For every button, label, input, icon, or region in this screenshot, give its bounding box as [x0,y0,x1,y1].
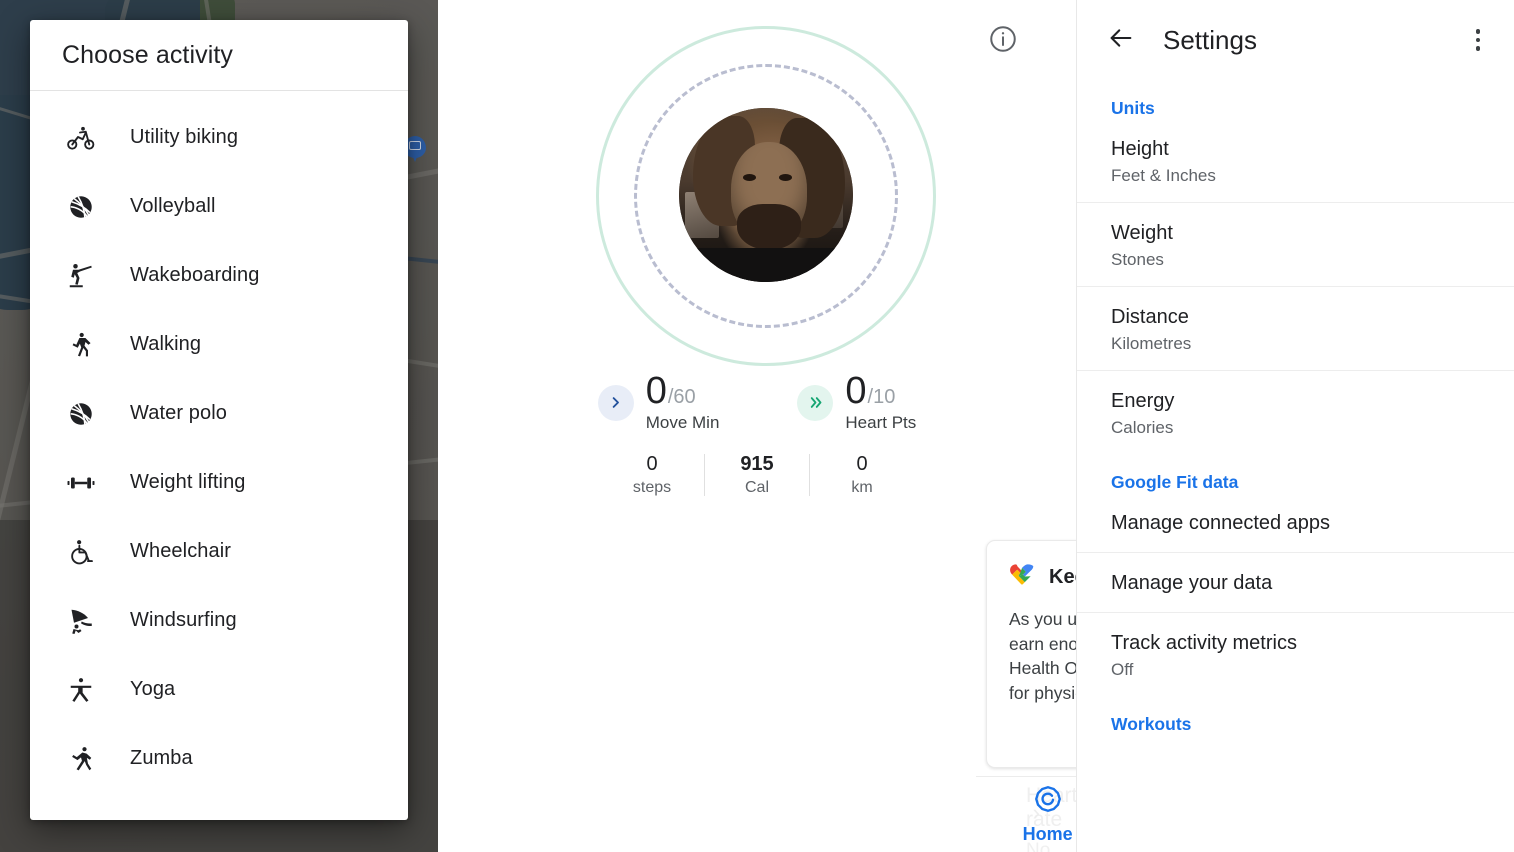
waterpolo-icon [66,399,96,429]
card-body: As you use the app, Fit will show you ho… [1009,609,1076,703]
section-heading-google-fit-data: Google Fit data [1111,472,1239,492]
activity-label: Water polo [130,402,227,424]
distance-label: km [851,479,873,496]
settings-appbar: Settings [1077,0,1514,80]
move-minutes-stat[interactable]: 0 /60 Move Min [597,370,720,433]
heart-points-label: Heart Pts [845,413,917,432]
calories-value: 915 [740,453,774,475]
heart-points-goal: /10 [867,386,896,408]
heart-points-stat[interactable]: 0 /10 Heart Pts [797,372,916,433]
setting-title: Manage connected apps [1111,512,1331,534]
setting-row-height[interactable]: Height Feet & Inches [1077,119,1514,202]
activity-rings [438,0,1076,366]
steps-stat[interactable]: 0 steps [600,452,704,497]
steps-value: 0 [646,453,658,475]
walking-icon [66,330,96,360]
card-title: Keep your heart healthy [1049,566,1076,588]
setting-title: Distance [1111,306,1189,328]
fit-home-icon [1033,784,1063,819]
heart-points-icon [797,384,834,421]
setting-row-distance[interactable]: Distance Kilometres [1077,287,1514,370]
activity-label: Utility biking [130,126,239,148]
activity-label: Wakeboarding [130,264,260,286]
section-heading-workouts: Workouts [1111,714,1192,734]
activity-item-treadmill-walking[interactable]: Treadmill walking [30,91,408,103]
setting-row-manage-your-data[interactable]: Manage your data [1077,553,1514,612]
map-background-pane: Choose activity Treadmill walking [0,0,438,852]
activity-label: Walking [130,333,202,355]
bottom-navigation: Home Journal [976,776,1076,852]
settings-title: Settings [1163,24,1257,55]
setting-title: Manage your data [1111,572,1273,594]
activity-label: Zumba [130,747,193,769]
setting-row-track-activity-metrics[interactable]: Track activity metrics Off [1077,613,1514,696]
setting-subtitle: Feet & Inches [1111,166,1216,185]
volleyball-icon [66,192,96,222]
move-minutes-value: 0 [645,370,667,412]
windsurfing-icon [66,606,96,636]
setting-title: Height [1111,138,1169,160]
section-heading-units: Units [1111,98,1155,118]
steps-label: steps [632,479,672,496]
activity-item-windsurfing[interactable]: Windsurfing [30,586,408,655]
cycling-icon [66,123,96,153]
app-screen: Choose activity Treadmill walking [0,0,1514,852]
heart-health-card: Keep your heart healthy As you use the a… [986,540,1076,768]
fit-heart-icon [1009,563,1035,592]
nav-item-home[interactable]: Home [1023,784,1073,845]
move-minutes-goal: /60 [667,386,696,408]
activity-label: Volleyball [130,195,216,217]
activity-item-volleyball[interactable]: Volleyball [30,172,408,241]
setting-subtitle: Calories [1111,418,1174,437]
activity-item-walking[interactable]: Walking [30,310,408,379]
activity-item-zumba[interactable]: Zumba [30,724,408,793]
calories-label: Cal [744,479,769,496]
heart-points-value: 0 [845,370,867,412]
activity-list[interactable]: Treadmill walking Utility biking [30,91,408,820]
activity-label: Windsurfing [130,609,237,631]
setting-subtitle: Kilometres [1111,334,1192,353]
yoga-icon [66,675,96,705]
activity-item-water-polo[interactable]: Water polo [30,379,408,448]
zumba-icon [66,744,96,774]
setting-row-manage-connected-apps[interactable]: Manage connected apps [1077,493,1514,552]
activity-item-utility-biking[interactable]: Utility biking [30,103,408,172]
move-minutes-icon [597,384,634,421]
dialog-title: Choose activity [62,40,234,69]
activity-item-yoga[interactable]: Yoga [30,655,408,724]
treadmill-walking-icon [66,91,96,93]
setting-title: Weight [1111,222,1173,244]
distance-stat[interactable]: 0 km [810,452,914,497]
primary-stats: 0 /60 Move Min 0 /10 Heart Pts [438,372,1076,433]
wheelchair-icon [66,537,96,567]
setting-row-weight[interactable]: Weight Stones [1077,203,1514,286]
distance-value: 0 [856,453,868,475]
activity-item-wakeboarding[interactable]: Wakeboarding [30,241,408,310]
move-minutes-label: Move Min [645,413,720,432]
overflow-menu-icon[interactable] [1464,26,1492,54]
wakeboarding-icon [66,261,96,291]
fit-home-pane: 0 /60 Move Min 0 /10 Heart Pts 0 steps 9… [438,0,1076,852]
avatar[interactable] [679,108,853,282]
setting-title: Track activity metrics [1111,632,1297,654]
activity-item-weight-lifting[interactable]: Weight lifting [30,448,408,517]
settings-pane: Settings Units Height Feet & Inches Weig… [1076,0,1514,852]
nav-label-home: Home [1022,823,1073,844]
back-arrow-icon[interactable] [1107,24,1135,57]
setting-title: Energy [1111,390,1175,412]
activity-label: Yoga [130,678,176,700]
activity-label: Wheelchair [130,540,232,562]
activity-label: Weight lifting [130,471,246,493]
choose-activity-dialog: Choose activity Treadmill walking [30,20,408,820]
activity-item-wheelchair[interactable]: Wheelchair [30,517,408,586]
setting-row-energy[interactable]: Energy Calories [1077,371,1514,454]
setting-subtitle: Off [1111,660,1134,679]
calories-stat[interactable]: 915 Cal [705,452,809,497]
setting-subtitle: Stones [1111,250,1164,269]
secondary-stats: 0 steps 915 Cal 0 km [438,452,1076,497]
dumbbell-icon [66,468,96,498]
